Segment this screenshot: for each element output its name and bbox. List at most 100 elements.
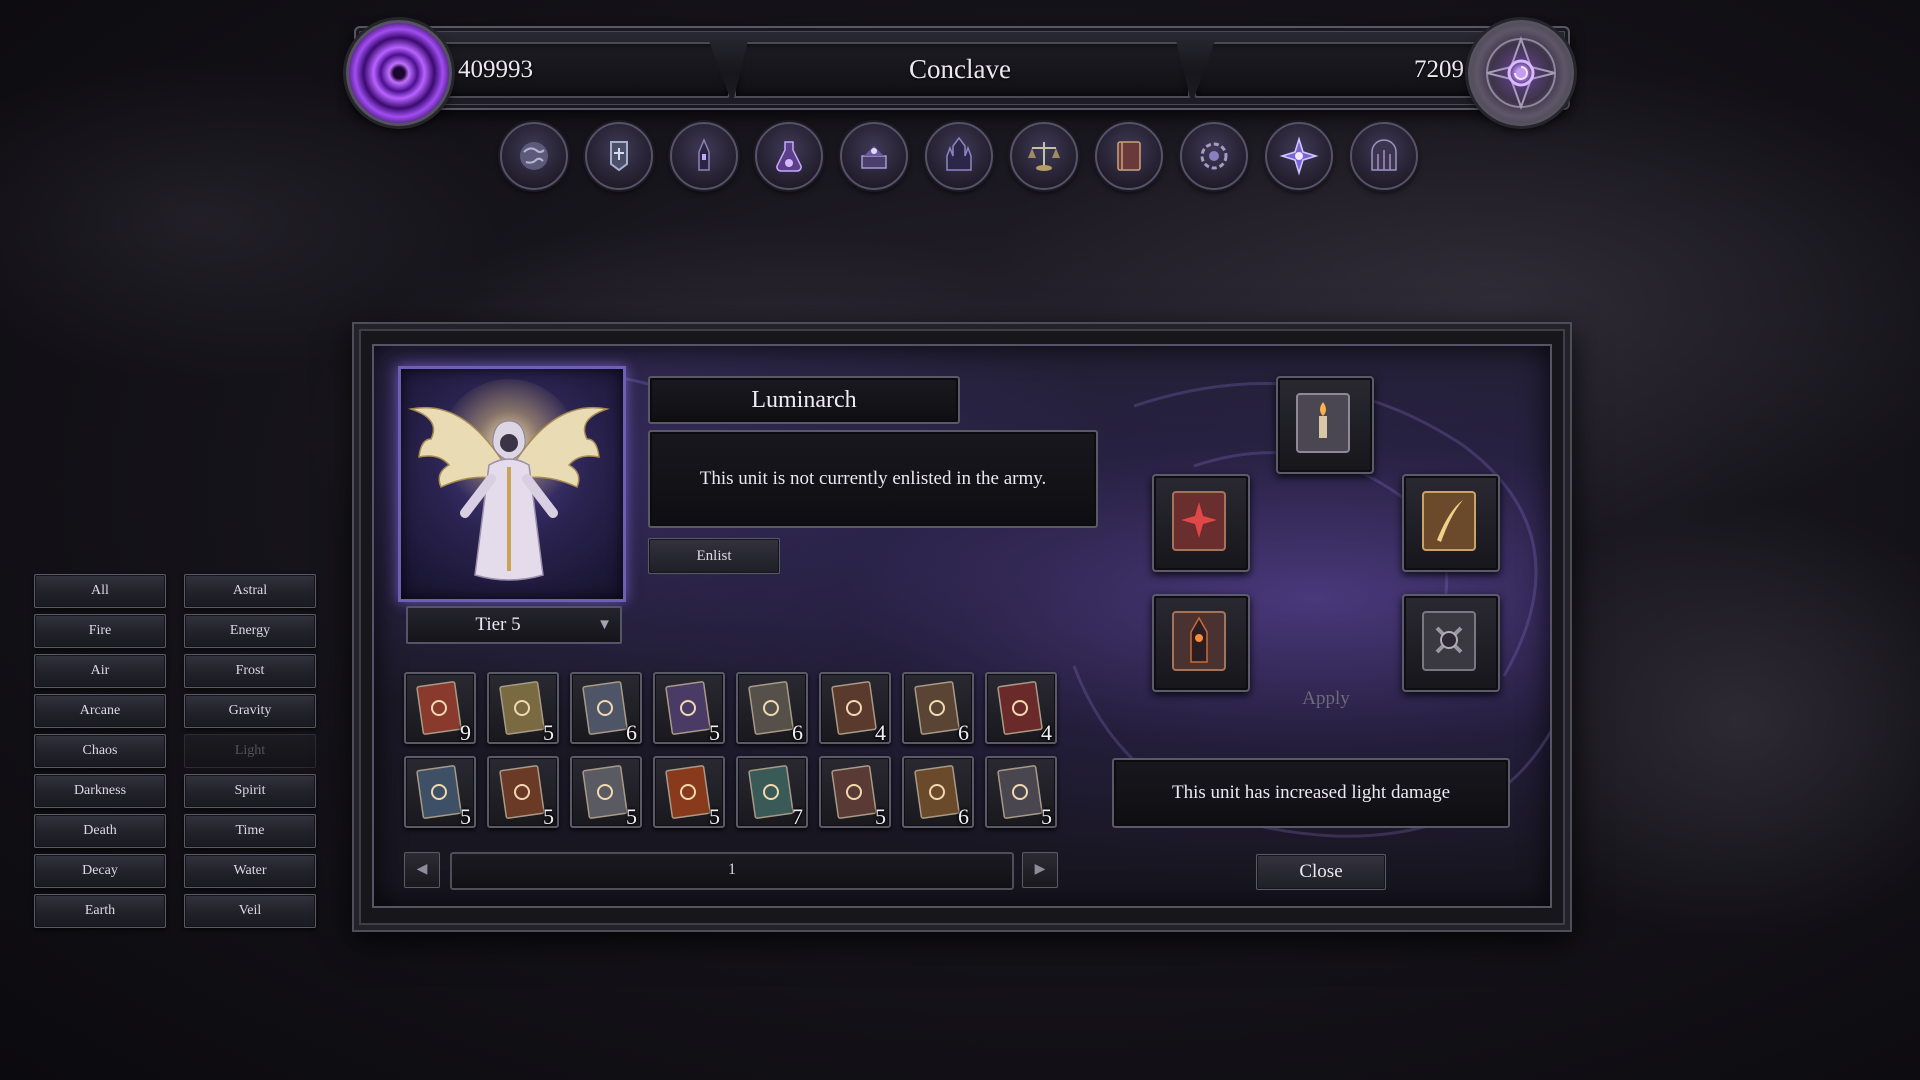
page-indicator: 1 — [450, 852, 1014, 890]
merchant-scales-icon[interactable] — [1010, 122, 1078, 190]
candle-book-icon — [997, 765, 1043, 819]
filter-spirit-button[interactable]: Spirit — [184, 774, 316, 808]
spellbook-count: 5 — [709, 720, 720, 745]
tower-tome-icon — [1172, 611, 1226, 671]
tier-dropdown[interactable]: Tier 5 ▼ — [406, 606, 622, 644]
spellbook-count: 5 — [543, 720, 554, 745]
enlist-status-message: This unit is not currently enlisted in t… — [699, 468, 1047, 489]
pentagram-sigil-icon — [1468, 20, 1574, 126]
army-banner-icon[interactable] — [585, 122, 653, 190]
spellbook-slot[interactable]: 4 — [819, 672, 891, 745]
sigil-gear-icon[interactable] — [1180, 122, 1248, 190]
filter-energy-button[interactable]: Energy — [184, 614, 316, 648]
spellbook-slot[interactable]: 6 — [736, 672, 808, 745]
upgrade-slot-left-bottom[interactable] — [1152, 594, 1250, 692]
spellbook-slot[interactable]: 5 — [487, 756, 559, 829]
spellbook-count: 6 — [958, 804, 969, 829]
element-filter-panel: All Fire Air Arcane Chaos Darkness Death… — [34, 574, 316, 934]
spellbook-slot[interactable]: 9 — [404, 672, 476, 745]
unit-effect-text: This unit has increased light damage — [1171, 782, 1451, 803]
page-next-button[interactable]: ▶ — [1022, 852, 1058, 888]
spellbook-count: 5 — [709, 804, 720, 829]
filter-time-button[interactable]: Time — [184, 814, 316, 848]
enchanting-altar-icon[interactable] — [840, 122, 908, 190]
spellbook-slot[interactable]: 5 — [404, 756, 476, 829]
filter-all-button[interactable]: All — [34, 574, 166, 608]
filter-astral-button[interactable]: Astral — [184, 574, 316, 608]
filter-light-button: Light — [184, 734, 316, 768]
filter-frost-button[interactable]: Frost — [184, 654, 316, 688]
dark-tower-icon[interactable] — [670, 122, 738, 190]
dungeon-gate-icon[interactable] — [1350, 122, 1418, 190]
close-button[interactable]: Close — [1256, 854, 1386, 890]
unit-details-panel: Luminarch This unit is not currently enl… — [372, 344, 1552, 908]
spellbook-count: 6 — [958, 720, 969, 745]
world-map-icon[interactable] — [500, 122, 568, 190]
page-title: Conclave — [909, 54, 1011, 84]
spellbook-slot[interactable]: 5 — [487, 672, 559, 745]
upgrade-slot-top[interactable] — [1276, 376, 1374, 474]
filter-decay-button[interactable]: Decay — [34, 854, 166, 888]
ring-book-icon — [831, 765, 877, 819]
spellbook-slot[interactable]: 5 — [653, 756, 725, 829]
eye-book-icon — [665, 681, 711, 735]
spellbook-slot[interactable]: 4 — [985, 672, 1057, 745]
chevron-right-icon: ▶ — [1034, 862, 1046, 877]
apply-button: Apply — [1302, 688, 1350, 709]
alchemy-flask-icon[interactable] — [755, 122, 823, 190]
swirl-book-icon — [416, 681, 462, 735]
spellbook-count: 4 — [875, 720, 886, 745]
spellbook-slot[interactable]: 5 — [653, 672, 725, 745]
upgrade-slot-left-top[interactable] — [1152, 474, 1250, 572]
unit-portrait — [398, 366, 626, 602]
spellbook-count: 9 — [460, 720, 471, 745]
filter-water-button[interactable]: Water — [184, 854, 316, 888]
filter-arcane-button[interactable]: Arcane — [34, 694, 166, 728]
upgrade-slot-right-bottom[interactable] — [1402, 594, 1500, 692]
spellbook-count: 5 — [460, 804, 471, 829]
spellbook-slot[interactable]: 5 — [985, 756, 1057, 829]
frost-book-icon — [416, 765, 462, 819]
spellbook-slot[interactable]: 7 — [736, 756, 808, 829]
filter-fire-button[interactable]: Fire — [34, 614, 166, 648]
spellbook-slot[interactable]: 6 — [570, 672, 642, 745]
teal-star-book-icon — [748, 765, 794, 819]
filter-earth-button[interactable]: Earth — [34, 894, 166, 928]
dark-sigil-tome-icon — [1422, 611, 1476, 671]
spellbook-slot[interactable]: 5 — [570, 756, 642, 829]
arcane-star-icon[interactable] — [1265, 122, 1333, 190]
angel-unit-icon — [408, 379, 610, 581]
filter-air-button[interactable]: Air — [34, 654, 166, 688]
red-star-tome-icon — [1172, 491, 1226, 551]
sigil-currency-value: 7209 — [1414, 56, 1464, 83]
enlist-button[interactable]: Enlist — [648, 538, 780, 574]
filter-gravity-button[interactable]: Gravity — [184, 694, 316, 728]
filter-chaos-button[interactable]: Chaos — [34, 734, 166, 768]
spellbook-slot[interactable]: 6 — [902, 756, 974, 829]
flame-book-icon — [665, 765, 711, 819]
red-star-book-icon — [997, 681, 1043, 735]
candle-tome-icon — [1296, 393, 1350, 453]
spellbook-slot[interactable]: 6 — [902, 672, 974, 745]
chevron-down-icon: ▼ — [597, 617, 612, 633]
radiant-book-icon — [582, 765, 628, 819]
spellbook-icon[interactable] — [1095, 122, 1163, 190]
spellbook-count: 6 — [626, 720, 637, 745]
filter-darkness-button[interactable]: Darkness — [34, 774, 166, 808]
ember-book-icon — [499, 765, 545, 819]
spellbook-slot[interactable]: 5 — [819, 756, 891, 829]
unit-details-dialog: Luminarch This unit is not currently enl… — [352, 322, 1572, 932]
unit-name-label: Luminarch — [648, 376, 960, 424]
lightning-book-icon — [748, 681, 794, 735]
filter-veil-button[interactable]: Veil — [184, 894, 316, 928]
spellbook-count: 5 — [875, 804, 886, 829]
page-prev-button[interactable]: ◀ — [404, 852, 440, 888]
castle-spires-icon[interactable] — [925, 122, 993, 190]
spellbook-count: 5 — [543, 804, 554, 829]
chevron-left-icon: ◀ — [416, 862, 428, 877]
golden-quill-tome-icon — [1422, 491, 1476, 551]
upgrade-slot-right-top[interactable] — [1402, 474, 1500, 572]
main-navigation — [500, 120, 1420, 190]
spellbook-count: 5 — [1041, 804, 1052, 829]
filter-death-button[interactable]: Death — [34, 814, 166, 848]
